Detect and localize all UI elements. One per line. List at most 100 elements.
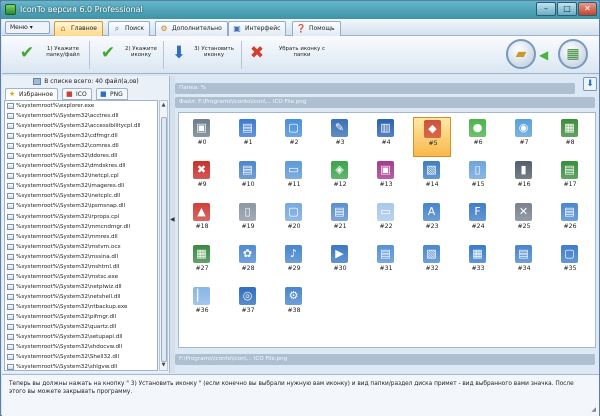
tab-interface[interactable]: ▣ Интерфейс <box>228 21 287 36</box>
icon-cell[interactable]: ▥ #4 <box>367 117 405 157</box>
file-list-item[interactable]: %systemroot%\System32\ddores.dll <box>5 151 157 161</box>
icon-cell[interactable]: ▢ #2 <box>275 117 313 157</box>
file-list-item[interactable]: %systemroot%\System32\mshtml.dll <box>5 262 157 272</box>
icon-cell[interactable]: ▯ #19 <box>229 201 267 241</box>
file-list-item[interactable]: %systemroot%\System32\mmres.dll <box>5 232 157 242</box>
icon-cell[interactable]: ▯ #15 <box>459 159 497 199</box>
icon-cell[interactable]: ▲ #18 <box>183 201 221 241</box>
icon-cell[interactable]: ✖ #9 <box>183 159 221 199</box>
check-icon: ✔ <box>19 43 35 63</box>
file-list-item[interactable]: %systemroot%\System32\netshell.dll <box>5 292 157 302</box>
icon-index-label: #18 <box>195 223 209 230</box>
icon-cell[interactable]: ✎ #3 <box>321 117 359 157</box>
icon-cell[interactable]: ▣ #0 <box>183 117 221 157</box>
icon-cell[interactable]: ▦ #33 <box>459 243 497 283</box>
install-icon-button[interactable]: ⬇ 3) Установить иконку <box>168 40 238 70</box>
icon-cell[interactable]: ▏ #36 <box>183 285 221 325</box>
icon-cell[interactable]: ▦ #27 <box>183 243 221 283</box>
icon-cell[interactable]: ⚙ #38 <box>275 285 313 325</box>
file-list-item[interactable]: %systemroot%\System32\mstsc.exe <box>5 272 157 282</box>
select-icon-button[interactable]: ✔ 2) Укажите иконку <box>97 40 161 70</box>
file-list-item[interactable]: %systemroot%\System32\mssina.dll <box>5 252 157 262</box>
file-list-item[interactable]: %systemroot%\System32\cdfmgr.dll <box>5 131 157 141</box>
tab-help[interactable]: ❓ Помощь <box>292 21 341 36</box>
tab-favorites[interactable]: ★ Избранное <box>5 88 59 100</box>
file-list-item[interactable]: %systemroot%\System32\ntbackup.exe <box>5 302 157 312</box>
file-list-item[interactable]: %systemroot%\System32\shdocvw.dll <box>5 342 157 352</box>
select-folder-button[interactable]: ✔ 1) Укажите папку/файл <box>16 40 86 70</box>
file-list-item[interactable]: %systemroot%\System32\shlgvw.dll <box>5 362 157 370</box>
resize-grip-icon[interactable]: ◢ <box>591 406 596 413</box>
icon-cell[interactable]: ▭ #11 <box>275 159 313 199</box>
icon-cell[interactable]: ▢ #20 <box>275 201 313 241</box>
icon-cell[interactable]: ▤ #1 <box>229 117 267 157</box>
file-list-item[interactable]: %systemroot%\System32\ipsmsnap.dll <box>5 201 157 211</box>
file-list-item[interactable]: %systemroot%\System32\setupapi.dll <box>5 332 157 342</box>
file-list-item[interactable]: %systemroot%\System32\netplwiz.dll <box>5 282 157 292</box>
file-list-item[interactable]: %systemroot%\System32\mmcndmgr.dll <box>5 222 157 232</box>
tab-ico[interactable]: ■ ICO <box>62 88 92 100</box>
icon-cell[interactable]: ▮ #16 <box>505 159 543 199</box>
icon-cell[interactable]: ▤ #34 <box>505 243 543 283</box>
icon-cell[interactable]: ◎ #37 <box>229 285 267 325</box>
menu-button[interactable]: Меню ▾ <box>5 21 50 34</box>
file-list-item[interactable]: %systemroot%\System32\dmdskres.dll <box>5 161 157 171</box>
file-list-item[interactable]: %systemroot%\System32\Shell32.dll <box>5 352 157 362</box>
icon-cell[interactable]: ◆ #5 <box>413 117 451 157</box>
file-list-item[interactable]: %systemroot%\System32\acctres.dll <box>5 111 157 121</box>
file-list-item[interactable]: %systemroot%\System32\accessibilitycpl.d… <box>5 121 157 131</box>
file-path-text: %systemroot%\System32\shdocvw.dll <box>16 344 123 351</box>
icon-cell[interactable]: ▤ #10 <box>229 159 267 199</box>
file-list-item[interactable]: %systemroot%\System32\inetcpl.cpl <box>5 171 157 181</box>
file-list-item[interactable]: %systemroot%\System32\mstvm.ocx <box>5 242 157 252</box>
tab-extra[interactable]: ⚙ Дополнительно <box>155 21 228 36</box>
icon-preview-button[interactable]: ▦ <box>558 39 588 69</box>
icon-cell[interactable]: ▤ #21 <box>321 201 359 241</box>
tab-png[interactable]: ■ PNG <box>96 88 128 100</box>
icon-cell[interactable]: ◈ #12 <box>321 159 359 199</box>
file-list-item[interactable]: %systemroot%\System32\quartz.dll <box>5 322 157 332</box>
file-list[interactable]: %systemroot%\explorer.exe %systemroot%\Sy… <box>4 100 158 371</box>
icon-cell[interactable]: ✕ #25 <box>505 201 543 241</box>
close-button[interactable]: ✕ <box>578 2 597 16</box>
download-button[interactable]: ⬇ <box>583 77 597 91</box>
tab-search[interactable]: ⌕ Поиск <box>108 21 151 36</box>
icon-cell[interactable]: ● #6 <box>459 117 497 157</box>
file-list-item[interactable]: %systemroot%\System32\imageres.dll <box>5 181 157 191</box>
scrollbar-thumb[interactable] <box>161 117 167 362</box>
icon-cell[interactable]: ▧ #32 <box>413 243 451 283</box>
icon-cell[interactable]: ▦ #8 <box>551 117 589 157</box>
icon-cell[interactable]: ▣ #13 <box>367 159 405 199</box>
icon-cell[interactable]: ▤ #26 <box>551 201 589 241</box>
file-list-item[interactable]: %systemroot%\System32\pifmgr.dll <box>5 312 157 322</box>
icon-cell[interactable]: ▶ #30 <box>321 243 359 283</box>
file-list-item[interactable]: %systemroot%\System32\inetcplc.dll <box>5 191 157 201</box>
icon-index-label: #19 <box>241 223 255 230</box>
icon-cell[interactable]: ✿ #28 <box>229 243 267 283</box>
icon-cell[interactable]: F #24 <box>459 201 497 241</box>
file-list-scrollbar[interactable]: ▲ ▼ <box>159 100 168 371</box>
icon-cell[interactable]: ▭ #22 <box>367 201 405 241</box>
icon-cell[interactable]: ▤ #17 <box>551 159 589 199</box>
minimize-button[interactable]: – <box>536 2 556 16</box>
collapse-arrow-icon[interactable]: ◀ <box>170 216 175 223</box>
tab-main[interactable]: ⌂ Главное <box>54 21 103 36</box>
right-panel: Папка: % ⬇ Файл: F:\Programs\Iconto\icon… <box>175 76 599 373</box>
scroll-up-icon[interactable]: ▲ <box>160 101 167 110</box>
file-list-item[interactable]: %systemroot%\System32\irprops.cpl <box>5 212 157 222</box>
file-list-item[interactable]: %systemroot%\explorer.exe <box>5 101 157 111</box>
icon-cell[interactable]: A #23 <box>413 201 451 241</box>
icon-cell[interactable]: ▧ #14 <box>413 159 451 199</box>
file-list-item[interactable]: %systemroot%\System32\comres.dll <box>5 141 157 151</box>
icon-index-label: #30 <box>333 265 347 272</box>
icon-cell[interactable]: ◉ #7 <box>505 117 543 157</box>
maximize-button[interactable]: □ <box>557 2 577 16</box>
icon-thumbnail-icon: ▯ <box>239 203 256 221</box>
remove-icon-button[interactable]: ✖ Убрать иконку с папки <box>246 40 336 70</box>
icon-cell[interactable]: ▢ #35 <box>551 243 589 283</box>
icon-thumbnail-icon: ▦ <box>561 119 578 137</box>
icon-cell[interactable]: ▤ #31 <box>367 243 405 283</box>
folder-preview-button[interactable]: ▰ <box>506 39 536 69</box>
icon-cell[interactable]: ♪ #29 <box>275 243 313 283</box>
scroll-down-icon[interactable]: ▼ <box>160 361 167 370</box>
